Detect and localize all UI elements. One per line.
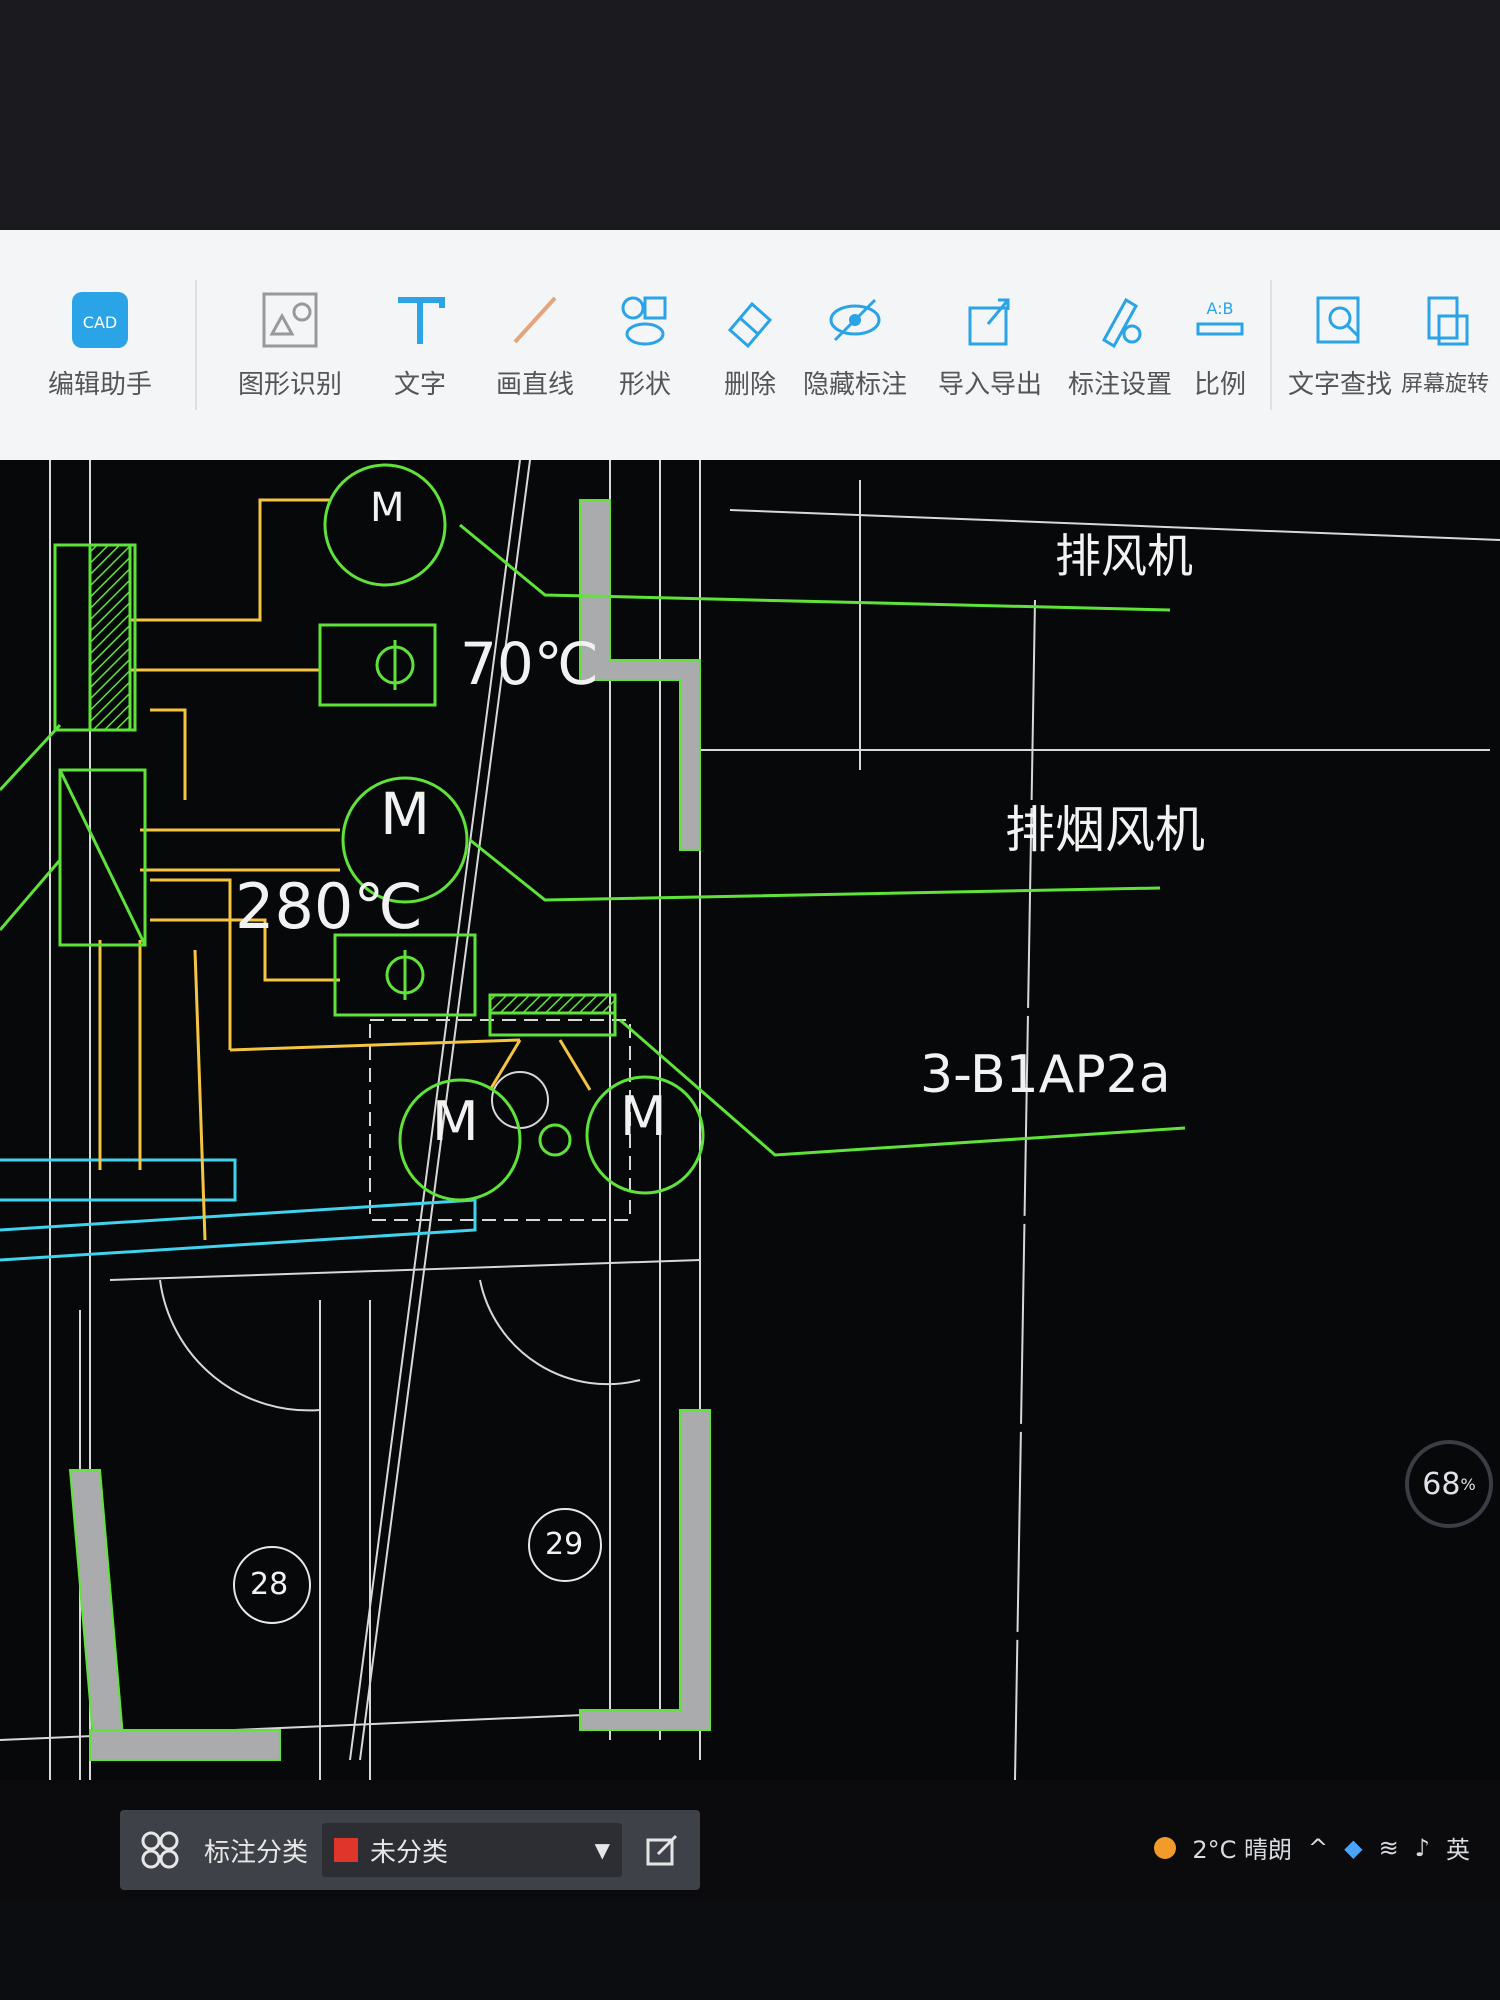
category-value: 未分类 — [370, 1837, 449, 1868]
tool-label: 画直线 — [495, 369, 574, 400]
toolbar-divider — [195, 280, 197, 410]
weather-moon-icon — [1154, 1836, 1177, 1859]
tool-draw-line[interactable]: 画直线 — [480, 230, 590, 460]
tool-annotation-settings[interactable]: 标注设置 — [1060, 230, 1180, 460]
hide-eye-icon — [825, 290, 885, 350]
tool-delete[interactable]: 删除 — [700, 230, 800, 460]
tool-label: 导入导出 — [937, 369, 1042, 400]
svg-text:A:B: A:B — [1206, 299, 1233, 318]
eraser-icon — [720, 290, 780, 350]
grid-apps-icon[interactable] — [130, 1820, 190, 1880]
structural-walls — [68, 499, 711, 1761]
import-export-icon — [960, 290, 1020, 350]
motor-symbol: M — [370, 485, 405, 531]
tool-label: 文字 — [393, 369, 446, 400]
cyan-ducts — [0, 1158, 477, 1262]
tool-text[interactable]: 文字 — [370, 230, 470, 460]
tool-label: 屏幕旋转 — [1400, 372, 1489, 397]
weather-text: 2°C 晴朗 — [1192, 1836, 1292, 1864]
screen-rotate-icon — [1415, 292, 1475, 352]
chevron-up-icon[interactable]: ^ — [1308, 1834, 1328, 1862]
tool-label: 删除 — [723, 369, 776, 400]
line-icon — [505, 290, 565, 350]
tool-label: 标注设置 — [1067, 369, 1172, 400]
motor-symbol: M — [380, 780, 431, 848]
category-label: 标注分类 — [204, 1837, 309, 1868]
tool-screen-rotate[interactable]: 屏幕旋转 — [1395, 230, 1495, 460]
tool-label: 编辑助手 — [47, 369, 152, 400]
system-tray: 2°C 晴朗 ^ ◆ ≋ ♪ 英 — [1154, 1830, 1470, 1865]
zoom-unit: % — [1460, 1474, 1476, 1494]
wall-lines — [0, 460, 1500, 1780]
ime-indicator[interactable]: 英 — [1446, 1830, 1470, 1865]
cad-drawing-canvas[interactable]: 排风机 排烟风机 3-B1AP2a 70℃ 280℃ M M M M 28 29 — [0, 460, 1500, 1780]
toolbar: CAD 编辑助手 图形识别 文字 画直线 形状 删除 隐藏标注 导入导出 标注设… — [0, 230, 1500, 462]
annotation-settings-icon — [1090, 290, 1150, 350]
shape-recognition-icon — [260, 290, 320, 350]
tool-hide-annotation[interactable]: 隐藏标注 — [800, 230, 910, 460]
wifi-icon[interactable]: ≋ — [1379, 1834, 1399, 1862]
category-select[interactable]: 未分类 ▼ — [322, 1823, 623, 1877]
text-icon — [390, 290, 450, 350]
label-smoke-exhaust-fan: 排烟风机 — [1005, 801, 1205, 859]
tool-label: 文字查找 — [1287, 369, 1392, 400]
tool-shapes[interactable]: 形状 — [595, 230, 695, 460]
label-equipment-code: 3-B1AP2a — [920, 1045, 1171, 1105]
temp-70: 70℃ — [460, 630, 599, 698]
cad-assistant-icon: CAD — [70, 290, 130, 350]
tool-label: 图形识别 — [237, 369, 342, 400]
category-color-swatch — [334, 1838, 359, 1862]
room-number-28: 28 — [250, 1567, 289, 1602]
scale-icon: A:B — [1190, 290, 1250, 350]
tool-label: 形状 — [618, 369, 671, 400]
tool-text-search[interactable]: 文字查找 — [1280, 230, 1400, 460]
toolbar-divider — [1270, 280, 1272, 410]
motor-symbol: M — [432, 1090, 479, 1153]
annotation-category-bar: 标注分类 未分类 ▼ — [120, 1810, 700, 1890]
label-exhaust-fan: 排风机 — [1055, 529, 1193, 583]
motor-symbol: M — [620, 1085, 667, 1148]
tool-edit-assistant[interactable]: CAD 编辑助手 — [20, 230, 180, 460]
taskbar — [0, 1900, 1500, 2000]
chevron-down-icon: ▼ — [594, 1838, 611, 1862]
room-number-29: 29 — [545, 1527, 584, 1562]
tool-label: 隐藏标注 — [802, 369, 907, 400]
zoom-indicator[interactable]: 68% — [1405, 1440, 1493, 1528]
tool-shape-recognition[interactable]: 图形识别 — [210, 230, 370, 460]
cad-drawing — [0, 460, 1500, 1780]
shapes-icon — [615, 290, 675, 350]
zoom-value: 68 — [1422, 1466, 1461, 1502]
volume-icon[interactable]: ♪ — [1415, 1834, 1430, 1862]
edit-category-button[interactable] — [632, 1823, 692, 1877]
tool-import-export[interactable]: 导入导出 — [930, 230, 1050, 460]
shield-icon[interactable]: ◆ — [1344, 1834, 1362, 1862]
temp-280: 280℃ — [235, 870, 423, 943]
edit-icon — [646, 1834, 678, 1866]
tool-label: 比例 — [1193, 369, 1246, 400]
tool-scale[interactable]: A:B 比例 — [1180, 230, 1260, 460]
svg-text:CAD: CAD — [83, 313, 117, 332]
text-search-icon — [1310, 290, 1370, 350]
